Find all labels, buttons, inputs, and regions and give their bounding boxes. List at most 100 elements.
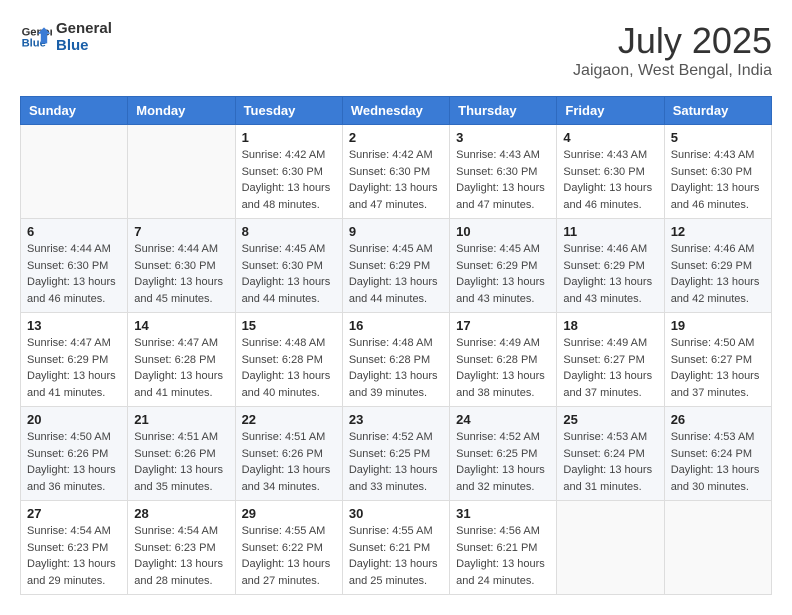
day-info: Sunrise: 4:53 AMSunset: 6:24 PMDaylight:… bbox=[563, 429, 657, 495]
month-title: July 2025 bbox=[573, 20, 772, 62]
day-number: 8 bbox=[242, 224, 336, 239]
day-number: 14 bbox=[134, 318, 228, 333]
day-number: 5 bbox=[671, 130, 765, 145]
calendar-cell: 25 Sunrise: 4:53 AMSunset: 6:24 PMDayligh… bbox=[557, 407, 664, 501]
calendar-cell: 17 Sunrise: 4:49 AMSunset: 6:28 PMDayligh… bbox=[450, 313, 557, 407]
calendar-cell: 26 Sunrise: 4:53 AMSunset: 6:24 PMDayligh… bbox=[664, 407, 771, 501]
calendar-cell: 28 Sunrise: 4:54 AMSunset: 6:23 PMDayligh… bbox=[128, 501, 235, 595]
day-number: 1 bbox=[242, 130, 336, 145]
day-number: 10 bbox=[456, 224, 550, 239]
weekday-header-friday: Friday bbox=[557, 97, 664, 125]
day-info: Sunrise: 4:52 AMSunset: 6:25 PMDaylight:… bbox=[349, 429, 443, 495]
calendar-cell: 8 Sunrise: 4:45 AMSunset: 6:30 PMDaylight… bbox=[235, 219, 342, 313]
calendar-cell: 24 Sunrise: 4:52 AMSunset: 6:25 PMDayligh… bbox=[450, 407, 557, 501]
calendar-week-row: 13 Sunrise: 4:47 AMSunset: 6:29 PMDayligh… bbox=[21, 313, 772, 407]
day-number: 21 bbox=[134, 412, 228, 427]
day-info: Sunrise: 4:53 AMSunset: 6:24 PMDaylight:… bbox=[671, 429, 765, 495]
calendar-cell bbox=[557, 501, 664, 595]
day-number: 7 bbox=[134, 224, 228, 239]
day-number: 27 bbox=[27, 506, 121, 521]
weekday-header-thursday: Thursday bbox=[450, 97, 557, 125]
day-info: Sunrise: 4:54 AMSunset: 6:23 PMDaylight:… bbox=[27, 523, 121, 589]
calendar-cell: 11 Sunrise: 4:46 AMSunset: 6:29 PMDayligh… bbox=[557, 219, 664, 313]
weekday-header-wednesday: Wednesday bbox=[342, 97, 449, 125]
logo-text-line1: General bbox=[56, 20, 112, 37]
day-info: Sunrise: 4:54 AMSunset: 6:23 PMDaylight:… bbox=[134, 523, 228, 589]
day-info: Sunrise: 4:49 AMSunset: 6:27 PMDaylight:… bbox=[563, 335, 657, 401]
calendar-cell: 23 Sunrise: 4:52 AMSunset: 6:25 PMDayligh… bbox=[342, 407, 449, 501]
day-info: Sunrise: 4:55 AMSunset: 6:22 PMDaylight:… bbox=[242, 523, 336, 589]
calendar-cell: 9 Sunrise: 4:45 AMSunset: 6:29 PMDaylight… bbox=[342, 219, 449, 313]
day-number: 3 bbox=[456, 130, 550, 145]
day-number: 24 bbox=[456, 412, 550, 427]
day-number: 17 bbox=[456, 318, 550, 333]
weekday-header-tuesday: Tuesday bbox=[235, 97, 342, 125]
calendar-cell: 21 Sunrise: 4:51 AMSunset: 6:26 PMDayligh… bbox=[128, 407, 235, 501]
calendar-cell: 7 Sunrise: 4:44 AMSunset: 6:30 PMDaylight… bbox=[128, 219, 235, 313]
day-info: Sunrise: 4:46 AMSunset: 6:29 PMDaylight:… bbox=[563, 241, 657, 307]
day-info: Sunrise: 4:46 AMSunset: 6:29 PMDaylight:… bbox=[671, 241, 765, 307]
calendar-cell: 3 Sunrise: 4:43 AMSunset: 6:30 PMDaylight… bbox=[450, 125, 557, 219]
title-block: July 2025 Jaigaon, West Bengal, India bbox=[573, 20, 772, 80]
calendar-cell: 12Sunrise: 4:46 AMSunset: 6:29 PMDayligh… bbox=[664, 219, 771, 313]
weekday-header-saturday: Saturday bbox=[664, 97, 771, 125]
calendar-cell: 4 Sunrise: 4:43 AMSunset: 6:30 PMDaylight… bbox=[557, 125, 664, 219]
day-info: Sunrise: 4:43 AMSunset: 6:30 PMDaylight:… bbox=[671, 147, 765, 213]
day-number: 25 bbox=[563, 412, 657, 427]
day-info: Sunrise: 4:43 AMSunset: 6:30 PMDaylight:… bbox=[563, 147, 657, 213]
page-header: General Blue General Blue July 2025 Jaig… bbox=[20, 20, 772, 80]
day-info: Sunrise: 4:45 AMSunset: 6:30 PMDaylight:… bbox=[242, 241, 336, 307]
calendar-cell: 22 Sunrise: 4:51 AMSunset: 6:26 PMDayligh… bbox=[235, 407, 342, 501]
day-info: Sunrise: 4:44 AMSunset: 6:30 PMDaylight:… bbox=[134, 241, 228, 307]
day-number: 26 bbox=[671, 412, 765, 427]
day-number: 16 bbox=[349, 318, 443, 333]
day-info: Sunrise: 4:52 AMSunset: 6:25 PMDaylight:… bbox=[456, 429, 550, 495]
day-info: Sunrise: 4:43 AMSunset: 6:30 PMDaylight:… bbox=[456, 147, 550, 213]
calendar-cell: 15Sunrise: 4:48 AMSunset: 6:28 PMDayligh… bbox=[235, 313, 342, 407]
calendar-table: SundayMondayTuesdayWednesdayThursdayFrid… bbox=[20, 96, 772, 595]
calendar-cell: 30 Sunrise: 4:55 AMSunset: 6:21 PMDayligh… bbox=[342, 501, 449, 595]
calendar-cell: 5 Sunrise: 4:43 AMSunset: 6:30 PMDaylight… bbox=[664, 125, 771, 219]
day-info: Sunrise: 4:55 AMSunset: 6:21 PMDaylight:… bbox=[349, 523, 443, 589]
calendar-cell bbox=[21, 125, 128, 219]
day-number: 23 bbox=[349, 412, 443, 427]
calendar-cell: 14Sunrise: 4:47 AMSunset: 6:28 PMDayligh… bbox=[128, 313, 235, 407]
calendar-cell: 20Sunrise: 4:50 AMSunset: 6:26 PMDayligh… bbox=[21, 407, 128, 501]
day-info: Sunrise: 4:44 AMSunset: 6:30 PMDaylight:… bbox=[27, 241, 121, 307]
day-info: Sunrise: 4:51 AMSunset: 6:26 PMDaylight:… bbox=[242, 429, 336, 495]
day-number: 28 bbox=[134, 506, 228, 521]
calendar-cell bbox=[128, 125, 235, 219]
logo-icon: General Blue bbox=[20, 21, 52, 53]
day-number: 31 bbox=[456, 506, 550, 521]
day-number: 9 bbox=[349, 224, 443, 239]
calendar-week-row: 27 Sunrise: 4:54 AMSunset: 6:23 PMDayligh… bbox=[21, 501, 772, 595]
day-number: 4 bbox=[563, 130, 657, 145]
day-info: Sunrise: 4:49 AMSunset: 6:28 PMDaylight:… bbox=[456, 335, 550, 401]
day-number: 22 bbox=[242, 412, 336, 427]
calendar-cell: 13 Sunrise: 4:47 AMSunset: 6:29 PMDayligh… bbox=[21, 313, 128, 407]
calendar-cell: 10Sunrise: 4:45 AMSunset: 6:29 PMDayligh… bbox=[450, 219, 557, 313]
day-info: Sunrise: 4:47 AMSunset: 6:29 PMDaylight:… bbox=[27, 335, 121, 401]
calendar-week-row: 20Sunrise: 4:50 AMSunset: 6:26 PMDayligh… bbox=[21, 407, 772, 501]
calendar-cell: 16 Sunrise: 4:48 AMSunset: 6:28 PMDayligh… bbox=[342, 313, 449, 407]
calendar-cell: 27 Sunrise: 4:54 AMSunset: 6:23 PMDayligh… bbox=[21, 501, 128, 595]
day-number: 13 bbox=[27, 318, 121, 333]
calendar-cell bbox=[664, 501, 771, 595]
day-info: Sunrise: 4:48 AMSunset: 6:28 PMDaylight:… bbox=[242, 335, 336, 401]
calendar-cell: 2Sunrise: 4:42 AMSunset: 6:30 PMDaylight… bbox=[342, 125, 449, 219]
calendar-cell: 29 Sunrise: 4:55 AMSunset: 6:22 PMDayligh… bbox=[235, 501, 342, 595]
logo-text-line2: Blue bbox=[56, 37, 112, 54]
logo: General Blue General Blue bbox=[20, 20, 112, 54]
calendar-week-row: 6Sunrise: 4:44 AMSunset: 6:30 PMDaylight… bbox=[21, 219, 772, 313]
day-number: 11 bbox=[563, 224, 657, 239]
day-info: Sunrise: 4:51 AMSunset: 6:26 PMDaylight:… bbox=[134, 429, 228, 495]
day-number: 29 bbox=[242, 506, 336, 521]
calendar-cell: 19 Sunrise: 4:50 AMSunset: 6:27 PMDayligh… bbox=[664, 313, 771, 407]
day-number: 30 bbox=[349, 506, 443, 521]
day-info: Sunrise: 4:50 AMSunset: 6:27 PMDaylight:… bbox=[671, 335, 765, 401]
day-info: Sunrise: 4:48 AMSunset: 6:28 PMDaylight:… bbox=[349, 335, 443, 401]
day-info: Sunrise: 4:42 AMSunset: 6:30 PMDaylight:… bbox=[349, 147, 443, 213]
day-number: 19 bbox=[671, 318, 765, 333]
day-info: Sunrise: 4:45 AMSunset: 6:29 PMDaylight:… bbox=[349, 241, 443, 307]
location: Jaigaon, West Bengal, India bbox=[573, 62, 772, 80]
